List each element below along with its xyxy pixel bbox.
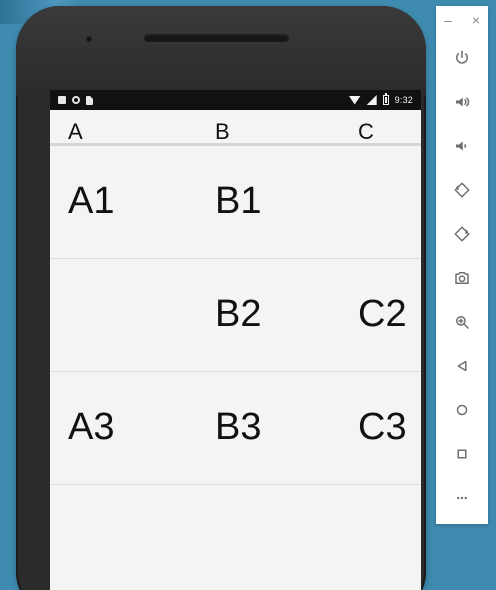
power-icon: [456, 50, 468, 64]
status-bar: 9:32: [50, 90, 421, 110]
zoom-button[interactable]: [436, 300, 488, 344]
phone-top-bezel: [16, 6, 426, 96]
cell-b1: B1: [215, 180, 262, 222]
cell-a3: A3: [68, 406, 115, 448]
notification-ring-icon: [72, 96, 80, 104]
home-circle-icon: [456, 404, 468, 416]
camera-icon: [455, 272, 469, 284]
zoom-icon: [456, 316, 469, 329]
more-dots-icon: [457, 496, 467, 500]
notification-square-icon: [58, 96, 66, 104]
status-left-icons: [58, 95, 93, 105]
sd-card-icon: [86, 95, 93, 105]
cell-a1: A1: [68, 180, 115, 222]
overview-square-icon: [457, 449, 467, 459]
volume-down-button[interactable]: [436, 124, 488, 168]
rotate-left-button[interactable]: [436, 168, 488, 212]
rotate-right-icon: [454, 226, 470, 242]
android-emulator-phone: 9:32 A B C A1 B1 B2 C2 A3 B3 C3: [16, 6, 426, 590]
status-time: 9:32: [394, 95, 413, 105]
phone-screen: 9:32 A B C A1 B1 B2 C2 A3 B3 C3: [50, 90, 421, 590]
cell-c2: C2: [358, 293, 407, 335]
table-row: A3 B3 C3: [50, 372, 421, 485]
toolbar-window-controls: – ×: [436, 12, 488, 28]
table-row: B2 C2: [50, 259, 421, 372]
volume-up-button[interactable]: [436, 80, 488, 124]
table-row: A1 B1: [50, 146, 421, 259]
front-camera: [86, 36, 92, 42]
back-button[interactable]: [436, 344, 488, 388]
emulator-toolbar: – ×: [436, 6, 488, 524]
cell-b2: B2: [215, 293, 262, 335]
earpiece-speaker: [144, 34, 289, 42]
column-header-c: C: [358, 119, 374, 144]
table-header-row: A B C: [50, 110, 421, 146]
toolbar-minimize-button[interactable]: –: [444, 12, 452, 28]
overview-button[interactable]: [436, 432, 488, 476]
cell-c3: C3: [358, 406, 407, 448]
column-header-b: B: [215, 119, 230, 144]
status-right-icons: 9:32: [348, 93, 413, 105]
home-button[interactable]: [436, 388, 488, 432]
rotate-left-icon: [454, 182, 470, 198]
battery-icon: [382, 93, 389, 105]
signal-icon: [366, 95, 377, 105]
wifi-icon: [348, 95, 361, 105]
column-header-a: A: [68, 119, 83, 144]
volume-down-icon: [456, 141, 467, 151]
power-button[interactable]: [436, 36, 488, 80]
volume-up-icon: [456, 97, 470, 107]
rotate-right-button[interactable]: [436, 212, 488, 256]
screenshot-button[interactable]: [436, 256, 488, 300]
toolbar-close-button[interactable]: ×: [472, 12, 480, 28]
back-triangle-icon: [457, 360, 467, 372]
more-button[interactable]: [436, 476, 488, 520]
cell-b3: B3: [215, 406, 262, 448]
